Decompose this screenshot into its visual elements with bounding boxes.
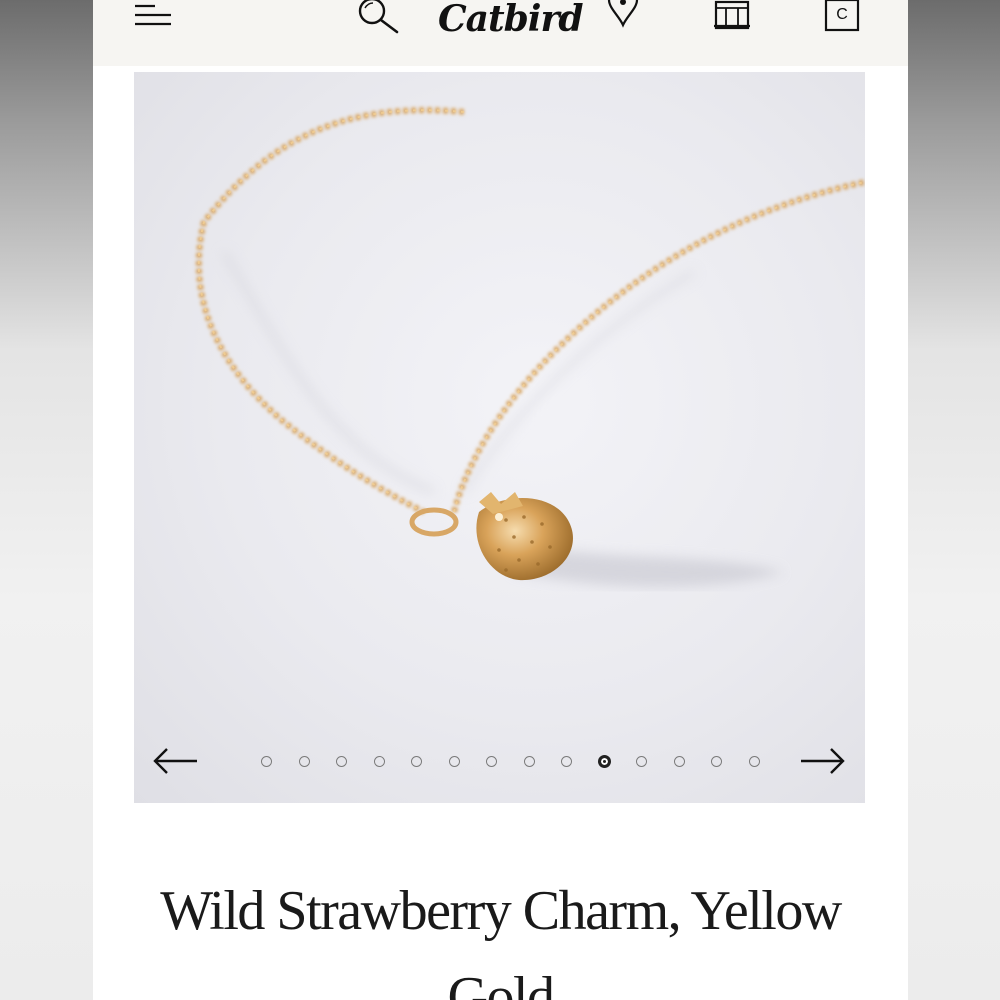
menu-button[interactable] [133, 2, 173, 26]
pagination-dot[interactable] [398, 752, 436, 770]
site-header: Catbird C [93, 0, 908, 66]
pagination-dot[interactable] [548, 752, 586, 770]
menu-icon [135, 4, 171, 26]
arrow-left-icon [153, 748, 197, 774]
pagination-dot[interactable] [473, 752, 511, 770]
pagination-dot[interactable] [436, 752, 474, 770]
stores-button[interactable] [713, 0, 751, 30]
arrow-right-icon [801, 748, 845, 774]
pagination-dot[interactable] [511, 752, 549, 770]
bag-label: C [836, 6, 848, 23]
pagination-dot[interactable] [361, 752, 399, 770]
product-photo [195, 107, 865, 587]
pagination-dot[interactable] [736, 752, 774, 770]
previous-image-button[interactable] [151, 744, 199, 778]
pagination-dot[interactable] [623, 752, 661, 770]
search-icon [358, 0, 399, 34]
storefront-icon [714, 0, 750, 30]
product-image-gallery[interactable] [134, 72, 865, 803]
pagination-dot[interactable] [323, 752, 361, 770]
pagination-dot-active[interactable] [586, 752, 624, 770]
next-image-button[interactable] [799, 744, 847, 778]
pagination-dot[interactable] [248, 752, 286, 770]
product-title: Wild Strawberry Charm, Yellow Gold [160, 879, 842, 1000]
gallery-pagination [248, 752, 773, 770]
shopping-bag-button[interactable]: C [824, 0, 860, 32]
search-button[interactable] [355, 0, 401, 36]
pagination-dot[interactable] [286, 752, 324, 770]
phone-screen: Catbird C Wild Strawberry Charm, Yellow … [93, 0, 908, 1000]
catbird-logo[interactable]: Catbird [438, 0, 584, 44]
pagination-dot[interactable] [698, 752, 736, 770]
location-pin-icon [607, 0, 639, 28]
store-locator-button[interactable] [605, 0, 641, 28]
pagination-dot[interactable] [661, 752, 699, 770]
